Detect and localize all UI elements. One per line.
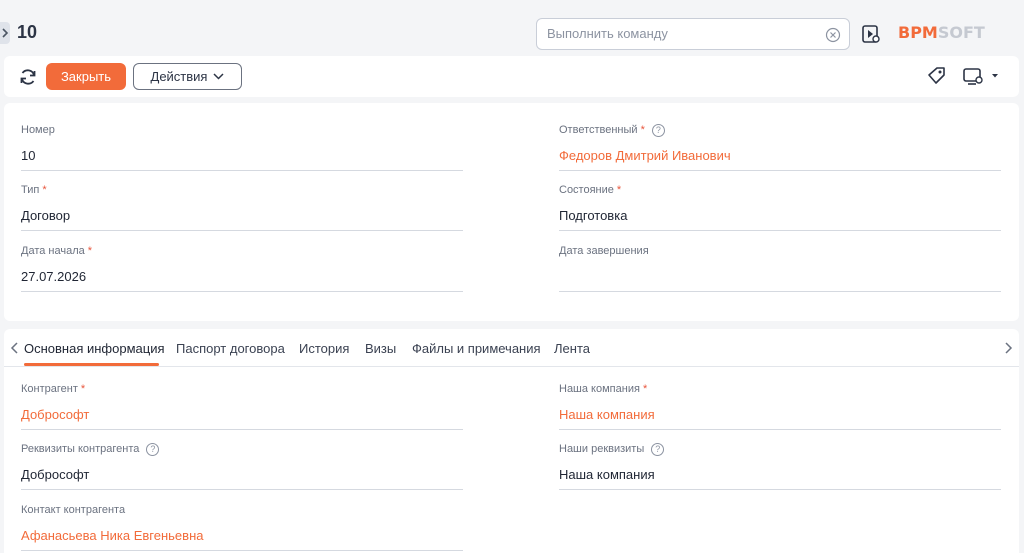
field-start-date[interactable]: Дата начала * 27.07.2026 [21,244,463,292]
active-tab-indicator [24,363,159,366]
divider [559,489,1001,490]
field-label: Контрагент [21,383,78,395]
field-label: Наша компания [559,383,640,395]
required-mark: * [640,124,645,136]
sidebar-expand-button[interactable] [0,22,10,44]
required-mark: * [42,184,47,196]
field-label: Реквизиты контрагента [21,443,140,455]
divider [21,291,463,292]
tabs-card: Основная информация Паспорт договора Ист… [4,329,1019,553]
tab-feed[interactable]: Лента [554,341,590,356]
counterparty-details-value[interactable]: Добрософт [21,467,89,482]
tab-contract-passport[interactable]: Паспорт договора [176,341,285,356]
tag-icon[interactable] [926,66,946,86]
divider [21,230,463,231]
field-state[interactable]: Состояние * Подготовка [559,183,1001,231]
actions-dropdown-button[interactable]: Действия [133,63,242,90]
required-mark: * [642,383,648,395]
divider [559,429,1001,430]
field-owner[interactable]: Ответственный *? Федоров Дмитрий Иванович [559,123,1001,171]
tab-files-notes[interactable]: Файлы и примечания [412,341,541,356]
refresh-icon[interactable] [18,67,38,87]
chevron-right-icon[interactable] [1002,341,1014,355]
state-value[interactable]: Подготовка [559,208,627,223]
field-counterparty[interactable]: Контрагент * Добрософт [21,382,463,430]
divider [21,489,463,490]
required-mark: * [616,184,622,196]
field-label: Наши реквизиты [559,443,645,455]
number-value[interactable]: 10 [21,148,35,163]
type-value[interactable]: Договор [21,208,70,223]
help-icon[interactable]: ? [651,442,665,456]
command-line[interactable] [536,18,850,50]
help-icon[interactable]: ? [146,442,160,456]
field-label: Номер [21,124,55,136]
our-company-link[interactable]: Наша компания [559,407,655,422]
logo: BPMSOFT [898,23,985,42]
divider [21,170,463,171]
field-our-company[interactable]: Наша компания * Наша компания [559,382,1001,430]
owner-link[interactable]: Федоров Дмитрий Иванович [559,148,731,163]
divider [21,550,463,551]
field-type[interactable]: Тип * Договор [21,183,463,231]
tab-bar: Основная информация Паспорт договора Ист… [4,329,1019,367]
field-label: Состояние [559,184,614,196]
field-our-details[interactable]: Наши реквизиты? Наша компания [559,442,1001,490]
divider [21,429,463,430]
field-counterparty-contact[interactable]: Контакт контрагента Афанасьева Ника Евге… [21,503,463,551]
process-run-icon[interactable] [861,24,881,44]
chevron-left-icon[interactable] [9,341,21,355]
field-counterparty-details[interactable]: Реквизиты контрагента? Добрософт [21,442,463,490]
command-input[interactable] [547,26,817,41]
close-button[interactable]: Закрыть [46,63,126,90]
divider [559,170,1001,171]
view-settings-icon[interactable] [962,66,1002,86]
page-title: 10 [17,22,38,42]
divider [559,291,1001,292]
tab-visas[interactable]: Визы [365,341,396,356]
actions-label: Действия [150,69,208,84]
start-date-value[interactable]: 27.07.2026 [21,269,86,284]
divider [559,230,1001,231]
tab-history[interactable]: История [299,341,349,356]
chevron-right-icon [2,28,9,38]
required-mark: * [87,245,93,257]
top-bar: 10 BPMSOFT [0,0,1024,56]
field-label: Дата начала [21,245,85,257]
chevron-down-icon [213,73,225,80]
field-number[interactable]: Номер 10 [21,123,463,171]
counterparty-link[interactable]: Добрософт [21,407,89,422]
field-label: Дата завершения [559,245,649,257]
required-mark: * [80,383,86,395]
help-icon[interactable]: ? [651,123,665,137]
field-end-date[interactable]: Дата завершения [559,244,1001,292]
field-label: Контакт контрагента [21,504,126,516]
clear-icon[interactable] [825,27,841,43]
action-toolbar: Закрыть Действия [4,56,1019,97]
counterparty-contact-link[interactable]: Афанасьева Ника Евгеньевна [21,528,203,543]
our-details-value[interactable]: Наша компания [559,467,655,482]
field-label: Ответственный [559,124,638,136]
tab-main-info[interactable]: Основная информация [24,341,165,356]
field-label: Тип [21,184,40,196]
primary-fields-card: Номер 10 Тип * Договор Дата начала * 27.07… [4,103,1019,321]
